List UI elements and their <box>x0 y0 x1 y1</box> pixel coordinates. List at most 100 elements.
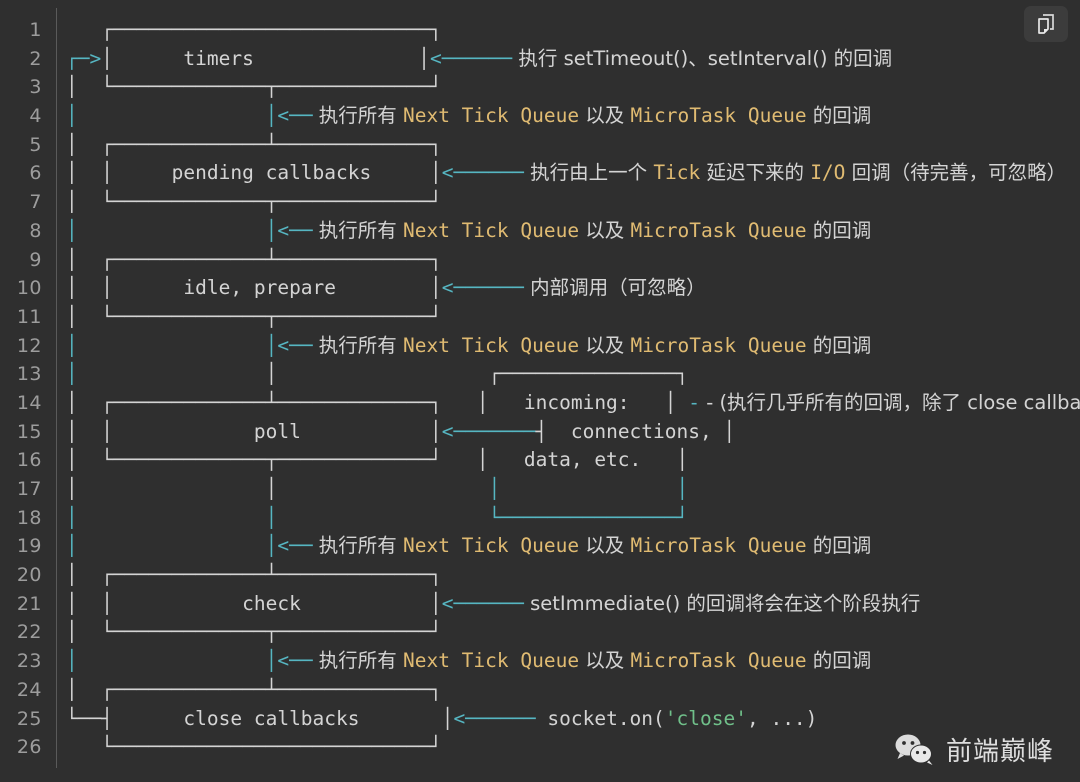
line-number: 12 <box>16 334 42 357</box>
tick-note-mid: 以及 <box>579 534 631 558</box>
code-line: └──┤ close callbacks │<────── socket.on(… <box>66 706 818 730</box>
tick-pipe: │ <box>265 218 278 242</box>
line-number: 20 <box>16 564 42 587</box>
code-line: │ ┌─────────────┴─────────────┐ <box>66 561 1080 590</box>
tick-note-mid: 以及 <box>579 649 631 673</box>
line-number: 19 <box>16 535 42 558</box>
microtask-queue-label: MicroTask Queue <box>630 649 807 673</box>
loop-pipe: │ <box>66 104 78 128</box>
line-number: 9 <box>29 248 42 271</box>
loop-pipe: │ <box>66 362 78 386</box>
ascii-border: │ └─────────────┬─────────────┘ <box>66 304 442 328</box>
code-line: │ └─────────────┬─────────────┘ │ data, … <box>66 448 689 472</box>
line-number: 1 <box>29 19 42 41</box>
tick-note-mid: 以及 <box>579 333 631 357</box>
tick-note-suffix: 的回调 <box>806 104 872 128</box>
gutter-divider <box>56 8 57 768</box>
microtask-queue-label: MicroTask Queue <box>630 218 807 242</box>
ascii-border: │ ┌─────────────┴─────────────┐ <box>66 132 442 156</box>
microtask-queue-label: MicroTask Queue <box>630 104 807 128</box>
code-line: │ ┌─────────────┴─────────────┐ <box>66 676 1080 705</box>
close-event-string: 'close' <box>664 706 747 730</box>
line-number: 14 <box>16 391 42 414</box>
ascii-diagram: ┌───────────────────────────┐ ┌─> │ timer… <box>66 16 1080 782</box>
incoming-label-1: incoming: <box>523 390 630 414</box>
tick-note-prefix: 执行所有 <box>318 649 403 673</box>
code-line: │ └─────────────┬─────────────┘ <box>66 618 1080 647</box>
code-line: │ │<── 执行所有 Next Tick Queue 以及 MicroTask… <box>66 332 1080 361</box>
arrow-poll-incoming: <─────── <box>441 419 536 443</box>
tick-pipe: │ <box>265 333 278 357</box>
copy-code-button[interactable] <box>1024 6 1068 42</box>
incoming-label-2: connections, <box>570 419 712 443</box>
copy-icon <box>1038 14 1054 34</box>
tick-note-suffix: 的回调 <box>806 534 872 558</box>
ascii-border: │ ┌─────────────┴─────────────┐ <box>66 677 442 701</box>
code-line: │ │ idle, prepare │<────── 内部调用（可忽略） <box>66 276 706 300</box>
timers-annotation: 执行 setTimeout()、setInterval() 的回调 <box>518 46 893 70</box>
code-block-window: 1 2 3 4 5 6 7 8 9 10 11 12 13 14 15 16 1… <box>0 0 1080 782</box>
ascii-bottom-border: └───────────────────────────┘ <box>66 735 442 759</box>
arrow-to-pending: <────── <box>441 161 524 185</box>
pending-note-b: 延迟下来的 <box>700 161 811 185</box>
line-number: 17 <box>16 478 42 500</box>
arrow-to-idle: <────── <box>441 276 524 300</box>
pending-note-c: 回调（待完善，可忽略） <box>845 161 1067 185</box>
line-number: 6 <box>29 162 42 185</box>
ascii-border: │ ┌─────────────┴─────────────┐ <box>66 563 442 587</box>
tick-arrow: <── <box>277 104 313 128</box>
arrow-to-timers: <────── <box>429 46 513 70</box>
code-line: │ └─────────────┬─────────────┘ <box>66 303 1080 332</box>
line-number: 7 <box>29 191 42 214</box>
tick-arrow: <── <box>277 333 313 357</box>
close-note-call: socket.on( <box>547 706 665 730</box>
code-line: │ ┌─────────────┴─────────────┐ <box>66 131 1080 160</box>
code-line: │ │ pending callbacks │<────── 执行由上一个 Ti… <box>66 161 1067 185</box>
phase-timers-label: timers <box>183 46 254 70</box>
arrow-to-check: <────── <box>441 591 524 615</box>
incoming-label-3: data, etc. <box>523 448 642 472</box>
tick-note-prefix: 执行所有 <box>318 333 403 357</box>
tick-keyword: Tick <box>653 161 701 185</box>
line-number: 8 <box>29 219 42 242</box>
next-tick-queue-label: Next Tick Queue <box>402 218 580 242</box>
tick-pipe: │ <box>265 649 278 673</box>
wechat-icon <box>895 734 933 765</box>
ascii-border: │ └─────────────┬─────────────┘ <box>66 448 442 472</box>
phase-close-callbacks-label: close callbacks <box>183 706 360 730</box>
tick-note-prefix: 执行所有 <box>318 218 403 242</box>
next-tick-queue-label: Next Tick Queue <box>402 104 580 128</box>
phase-idle-prepare-label: idle, prepare <box>183 276 337 300</box>
line-number: 15 <box>16 420 42 443</box>
line-number: 25 <box>16 707 42 730</box>
phase-poll-label: poll <box>253 419 301 443</box>
arrow-to-close: <────── <box>453 706 536 730</box>
loop-entry-arrow: ┌─> <box>66 46 102 70</box>
line-number: 13 <box>16 363 42 386</box>
check-annotation: setImmediate() 的回调将会在这个阶段执行 <box>530 591 921 615</box>
phase-pending-callbacks-label: pending callbacks <box>171 161 372 185</box>
tick-note-suffix: 的回调 <box>806 649 872 673</box>
loop-pipe: │ <box>66 649 78 673</box>
loop-pipe: │ <box>66 505 78 529</box>
line-number: 4 <box>29 105 42 128</box>
watermark: 前端巅峰 <box>894 731 1054 768</box>
line-number: 21 <box>16 592 42 615</box>
line-number: 22 <box>16 621 42 644</box>
microtask-queue-label: MicroTask Queue <box>630 534 807 558</box>
line-number: 11 <box>16 305 42 328</box>
line-number: 5 <box>29 133 42 156</box>
line-number: 26 <box>16 736 42 759</box>
close-note-tail: , ...) <box>746 706 818 730</box>
ascii-border: │ └─────────────┬─────────────┘ <box>66 190 442 214</box>
code-line: │ ┌─────────────┴─────────────┐ <box>66 246 1080 275</box>
ascii-top-border: ┌───────────────────────────┐ <box>66 18 442 41</box>
tick-note-mid: 以及 <box>579 104 631 128</box>
watermark-text: 前端巅峰 <box>945 737 1054 767</box>
poll-annotation: - (执行几乎所有的回调，除了 close callbac <box>706 390 1080 414</box>
line-number: 24 <box>16 678 42 701</box>
tick-pipe: │ <box>265 104 278 128</box>
next-tick-queue-label: Next Tick Queue <box>402 333 580 357</box>
tick-note-mid: 以及 <box>579 218 631 242</box>
code-line: │ │ check │<────── setImmediate() 的回调将会在… <box>66 591 921 615</box>
